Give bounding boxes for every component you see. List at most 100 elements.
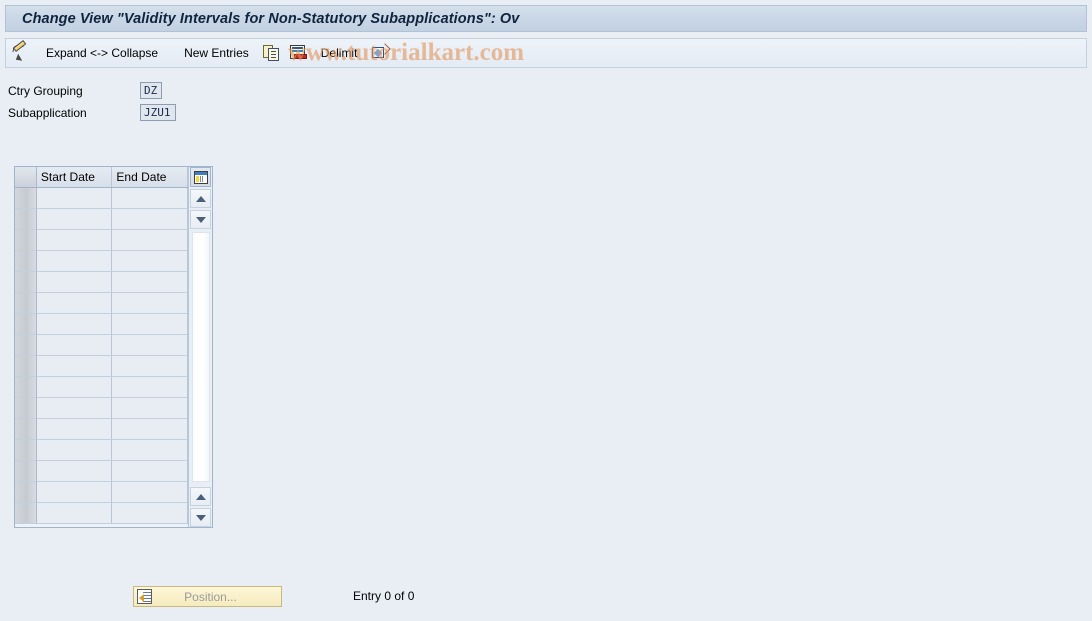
cell-start-date[interactable] xyxy=(36,356,113,377)
column-config-icon xyxy=(193,170,208,184)
save-table-button[interactable] xyxy=(286,40,311,66)
row-selector-cell[interactable] xyxy=(15,356,37,377)
subapplication-label: Subapplication xyxy=(8,105,87,120)
cell-start-date[interactable] xyxy=(36,314,113,335)
scroll-page-up-button[interactable] xyxy=(190,487,211,506)
scroll-page-up-icon xyxy=(195,493,206,500)
table-row[interactable] xyxy=(15,209,188,230)
cell-end-date[interactable] xyxy=(112,461,188,482)
table-row[interactable] xyxy=(15,293,188,314)
table-row[interactable] xyxy=(15,398,188,419)
cell-end-date[interactable] xyxy=(112,209,188,230)
subapplication-value[interactable]: JZU1 xyxy=(140,104,176,121)
cell-start-date[interactable] xyxy=(36,398,113,419)
table-row[interactable] xyxy=(15,335,188,356)
cell-start-date[interactable] xyxy=(36,230,113,251)
scroll-down-button[interactable] xyxy=(190,210,211,229)
cell-start-date[interactable] xyxy=(36,209,113,230)
cell-end-date[interactable] xyxy=(112,356,188,377)
scroll-down-icon xyxy=(195,216,206,223)
edit-button[interactable] xyxy=(8,39,36,66)
table-row[interactable] xyxy=(15,503,188,524)
new-entries-button[interactable]: New Entries xyxy=(176,40,257,66)
table-row[interactable] xyxy=(15,272,188,293)
cell-end-date[interactable] xyxy=(112,230,188,251)
table-row[interactable] xyxy=(15,230,188,251)
scroll-page-down-icon xyxy=(195,514,206,521)
vertical-scrollbar-track[interactable] xyxy=(191,232,210,482)
cell-end-date[interactable] xyxy=(112,398,188,419)
table-row[interactable] xyxy=(15,314,188,335)
cell-start-date[interactable] xyxy=(36,272,113,293)
main-toolbar: Expand <-> Collapse New Entries Delimit xyxy=(5,38,1087,68)
cell-start-date[interactable] xyxy=(36,419,113,440)
ctry-grouping-value[interactable]: DZ xyxy=(140,82,162,99)
row-selector-cell[interactable] xyxy=(15,272,37,293)
copy-entry-button[interactable] xyxy=(259,40,284,66)
cell-start-date[interactable] xyxy=(36,461,113,482)
cell-end-date[interactable] xyxy=(112,419,188,440)
table-row[interactable] xyxy=(15,440,188,461)
row-selector-cell[interactable] xyxy=(15,335,37,356)
pencil-icon xyxy=(12,39,32,63)
cell-end-date[interactable] xyxy=(112,377,188,398)
scroll-page-down-button[interactable] xyxy=(190,508,211,527)
row-selector-cell[interactable] xyxy=(15,440,37,461)
table-row[interactable] xyxy=(15,356,188,377)
new-entries-label: New Entries xyxy=(184,46,249,60)
cell-end-date[interactable] xyxy=(112,188,188,209)
row-selector-cell[interactable] xyxy=(15,251,37,272)
row-selector-cell[interactable] xyxy=(15,209,37,230)
cell-end-date[interactable] xyxy=(112,251,188,272)
window-title-bar: Change View "Validity Intervals for Non-… xyxy=(5,5,1087,32)
row-selector-cell[interactable] xyxy=(15,230,37,251)
cell-start-date[interactable] xyxy=(36,188,113,209)
column-config-button[interactable] xyxy=(190,167,211,187)
table-row[interactable] xyxy=(15,482,188,503)
table-body-area: Start Date End Date xyxy=(15,167,189,527)
position-button-label: Position... xyxy=(184,589,237,604)
cell-start-date[interactable] xyxy=(36,440,113,461)
row-selector-cell[interactable] xyxy=(15,377,37,398)
cell-end-date[interactable] xyxy=(112,503,188,524)
row-selector-cell[interactable] xyxy=(15,503,37,524)
cell-start-date[interactable] xyxy=(36,482,113,503)
table-row[interactable] xyxy=(15,461,188,482)
cell-end-date[interactable] xyxy=(112,272,188,293)
row-selector-cell[interactable] xyxy=(15,419,37,440)
table-row[interactable] xyxy=(15,188,188,209)
column-header-end-date[interactable]: End Date xyxy=(112,167,188,187)
cell-start-date[interactable] xyxy=(36,335,113,356)
cell-end-date[interactable] xyxy=(112,314,188,335)
row-selector-cell[interactable] xyxy=(15,398,37,419)
delimit-button[interactable]: Delimit xyxy=(313,40,366,66)
delimit-icon xyxy=(371,43,392,61)
row-selector-cell[interactable] xyxy=(15,461,37,482)
table-scroll-controls xyxy=(189,167,212,527)
cell-end-date[interactable] xyxy=(112,293,188,314)
select-all-cell[interactable] xyxy=(15,167,37,187)
cell-end-date[interactable] xyxy=(112,482,188,503)
row-selector-cell[interactable] xyxy=(15,188,37,209)
cell-start-date[interactable] xyxy=(36,503,113,524)
cell-start-date[interactable] xyxy=(36,377,113,398)
table-row[interactable] xyxy=(15,377,188,398)
column-header-start-date[interactable]: Start Date xyxy=(37,167,113,187)
cell-start-date[interactable] xyxy=(36,293,113,314)
field-row-ctry-grouping: Ctry Grouping DZ xyxy=(8,80,176,101)
cell-end-date[interactable] xyxy=(112,440,188,461)
cell-start-date[interactable] xyxy=(36,251,113,272)
position-button[interactable]: Position... xyxy=(133,586,282,607)
validity-intervals-table: Start Date End Date xyxy=(14,166,213,528)
cell-end-date[interactable] xyxy=(112,335,188,356)
row-selector-cell[interactable] xyxy=(15,482,37,503)
row-selector-cell[interactable] xyxy=(15,314,37,335)
delimit-extra-button[interactable] xyxy=(367,40,392,66)
table-row[interactable] xyxy=(15,419,188,440)
scroll-up-button[interactable] xyxy=(190,189,211,208)
field-row-subapplication: Subapplication JZU1 xyxy=(8,102,176,123)
row-selector-cell[interactable] xyxy=(15,293,37,314)
expand-collapse-button[interactable]: Expand <-> Collapse xyxy=(38,40,166,66)
table-row[interactable] xyxy=(15,251,188,272)
